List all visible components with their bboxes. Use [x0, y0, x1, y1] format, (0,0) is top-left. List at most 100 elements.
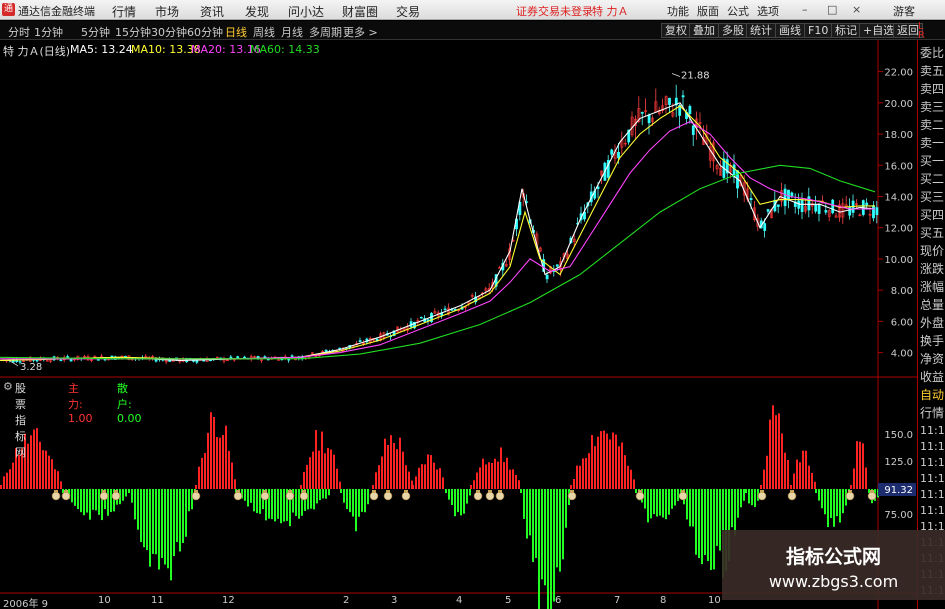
period-30min[interactable]: 30分钟 [151, 24, 187, 40]
multi-stock-button[interactable]: 多股 [718, 23, 748, 38]
close-icon[interactable]: × [852, 3, 861, 16]
menu-discover[interactable]: 发现 [245, 3, 269, 20]
period-multi[interactable]: 多周期 [309, 24, 342, 40]
candle-body [688, 106, 692, 114]
draw-line-button[interactable]: 画线 [775, 23, 805, 38]
main-force-bar [204, 453, 206, 489]
retail-bar [544, 489, 546, 586]
retail-bar [656, 489, 658, 517]
candle-body [749, 198, 753, 201]
menu-formula[interactable]: 公式 [727, 3, 749, 19]
main-force-bar [415, 476, 417, 489]
guest-label[interactable]: 游客 [893, 3, 915, 19]
quote-field-label: 总量 [920, 298, 945, 312]
menu-market[interactable]: 市场 [155, 3, 179, 20]
mark-button[interactable]: 标记 [831, 23, 861, 38]
main-force-bar [439, 468, 441, 489]
main-force-bar [775, 415, 777, 489]
main-force-bar [612, 432, 614, 489]
indicator-axis-label: 125.0 [884, 457, 913, 468]
retail-bar [340, 489, 342, 493]
retail-bar [355, 489, 357, 532]
main-force-bar [210, 412, 212, 489]
period-15min[interactable]: 15分钟 [115, 24, 151, 40]
retail-bar [550, 489, 552, 609]
ma60-value: MA60: 14.33 [250, 43, 320, 56]
time-tick: 11 [151, 595, 164, 606]
main-force-bar [618, 446, 620, 489]
overlay-button[interactable]: 叠加 [689, 23, 719, 38]
retail-bar [131, 489, 133, 503]
menu-ask[interactable]: 问小达 [288, 3, 324, 20]
retail-bar [754, 489, 756, 508]
indicator-name[interactable]: 股票指标网 [15, 380, 26, 460]
retail-bar [719, 489, 721, 551]
candle-body [555, 264, 559, 267]
period-more[interactable]: 更多 > [343, 24, 378, 40]
main-force-bar [51, 459, 53, 489]
retail-bar [173, 489, 175, 557]
period-60min[interactable]: 60分钟 [187, 24, 223, 40]
main-force-bar [321, 431, 323, 489]
price-label: 18.00 [884, 130, 913, 141]
main-force-bar [576, 465, 578, 489]
kline-chart[interactable]: 22.00 20.00 18.00 16.00 14.00 12.00 10.00 8.00 6… [0, 40, 917, 609]
main-force-bar [479, 467, 481, 489]
maximize-icon[interactable]: □ [827, 3, 837, 16]
retail-bar [325, 489, 327, 499]
main-force-bar [790, 485, 792, 489]
retail-bar [448, 489, 450, 500]
retail-bar [134, 489, 136, 520]
statistics-button[interactable]: 统计 [746, 23, 776, 38]
f10-button[interactable]: F10 [804, 23, 833, 38]
menu-trade[interactable]: 交易 [396, 3, 420, 20]
main-force-bar [234, 479, 236, 489]
retail-bar [842, 489, 844, 514]
retail-bar [818, 489, 820, 501]
retail-bar [553, 489, 555, 602]
menu-layout[interactable]: 版面 [697, 3, 719, 19]
main-force-bar [503, 462, 505, 489]
menu-options[interactable]: 选项 [757, 3, 779, 19]
indicator-gear-icon[interactable]: ⚙ [3, 380, 13, 393]
candle-body [243, 356, 246, 359]
period-5min[interactable]: 5分钟 [81, 24, 110, 40]
menu-function[interactable]: 功能 [667, 3, 689, 19]
main-force-bar [621, 442, 623, 489]
quote-field-label: 卖一 [920, 136, 945, 150]
signal-bag-icon [369, 490, 379, 501]
ma5-value: MA5: 13.24 [70, 43, 133, 56]
period-weekly[interactable]: 周线 [253, 24, 275, 40]
retail-bar [538, 489, 540, 609]
minimize-icon[interactable]: – [802, 3, 808, 16]
candle-body [807, 196, 811, 211]
panel-tab-0[interactable]: 自动 [920, 386, 944, 404]
menu-news[interactable]: 资讯 [200, 3, 224, 20]
main-force-bar [633, 479, 635, 489]
period-daily[interactable]: 日线 [225, 24, 247, 40]
main-force-bar [48, 455, 50, 489]
quote-field-label: 买五 [920, 226, 945, 240]
menu-wealth-circle[interactable]: 财富圈 [342, 3, 378, 20]
menu-quotes[interactable]: 行情 [112, 3, 136, 20]
main-force-bar [309, 457, 311, 489]
period-intraday[interactable]: 分时 [8, 24, 30, 40]
main-force-bar [588, 453, 590, 489]
period-monthly[interactable]: 月线 [281, 24, 303, 40]
restore-rights-button[interactable]: 复权 [661, 23, 691, 38]
candle-body [202, 359, 206, 362]
main-force-bar [6, 472, 8, 489]
panel-tab-1[interactable]: 行情 [920, 404, 944, 422]
price-label: 8.00 [891, 286, 913, 297]
price-label: 10.00 [884, 255, 913, 266]
lr-toggle[interactable]: LR [918, 22, 925, 41]
login-notice: 证券交易未登录 [516, 5, 593, 18]
candle-body [691, 125, 695, 135]
quote-field-label: 买三 [920, 190, 945, 204]
candle-body [647, 114, 651, 124]
period-1min[interactable]: 1分钟 [34, 24, 63, 40]
main-force-bar [787, 459, 789, 489]
signal-bag-icon [845, 490, 855, 501]
main-force-bar [387, 444, 389, 489]
main-force-bar [494, 458, 496, 489]
